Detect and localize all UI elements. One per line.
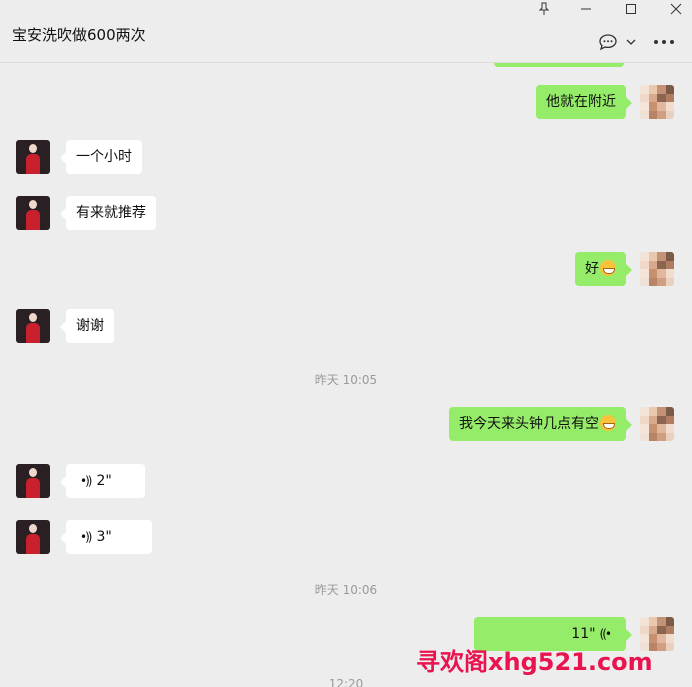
- voice-wave-icon: •)): [80, 474, 93, 488]
- voice-message-bubble[interactable]: •)) 2": [60, 464, 145, 498]
- voice-wave-icon: ((•: [599, 627, 613, 641]
- more-dots-icon[interactable]: [653, 33, 675, 55]
- message-bubble[interactable]: 有来就推荐: [60, 196, 156, 230]
- message-text: 他就在附近: [546, 94, 616, 110]
- message-text: 有来就推荐: [76, 205, 146, 221]
- voice-wave-icon: •)): [80, 530, 93, 544]
- maximize-icon[interactable]: [621, 2, 641, 20]
- contact-avatar[interactable]: [16, 309, 50, 343]
- chat-title: 宝安洗吹做600两次: [12, 26, 146, 44]
- contact-avatar[interactable]: [16, 520, 50, 554]
- grin-emoji-icon: [600, 260, 616, 276]
- contact-avatar[interactable]: [16, 140, 50, 174]
- message-bubble[interactable]: 我今天来头钟几点有空: [449, 407, 632, 441]
- message-bubble[interactable]: 谢谢: [60, 309, 114, 343]
- message-bubble[interactable]: 他就在附近: [536, 85, 632, 119]
- message-text: 我今天来头钟几点有空: [459, 416, 599, 432]
- chevron-down-icon[interactable]: [626, 33, 636, 55]
- voice-duration: 3": [96, 529, 112, 545]
- message-list[interactable]: 他就在附近 一个小时 有来就推荐 好 谢谢 昨天 10:05 我今天来头钟几点有…: [0, 63, 692, 687]
- voice-duration: 2": [96, 473, 112, 489]
- message-bubble-partial[interactable]: [494, 63, 624, 67]
- contact-avatar[interactable]: [16, 196, 50, 230]
- message-bubble[interactable]: 一个小时: [60, 140, 142, 174]
- watermark-text: 寻欢阁xhg521.com: [416, 648, 653, 676]
- my-avatar[interactable]: [640, 85, 674, 119]
- title-bar: 宝安洗吹做600两次: [0, 0, 692, 63]
- close-icon[interactable]: [666, 2, 686, 20]
- message-text: 一个小时: [76, 149, 132, 165]
- my-avatar[interactable]: [640, 407, 674, 441]
- message-bubble[interactable]: 好: [575, 252, 632, 286]
- message-text: 谢谢: [76, 318, 104, 334]
- contact-avatar[interactable]: [16, 464, 50, 498]
- timestamp: 昨天 10:05: [314, 373, 378, 387]
- grin-emoji-icon: [600, 415, 616, 431]
- minimize-icon[interactable]: [576, 2, 596, 20]
- voice-duration: 11": [571, 626, 596, 642]
- voice-message-bubble[interactable]: •)) 3": [60, 520, 152, 554]
- message-text: 好: [585, 261, 599, 277]
- timestamp: 12:20: [328, 677, 364, 687]
- timestamp: 昨天 10:06: [314, 583, 378, 597]
- pin-icon[interactable]: [534, 2, 554, 20]
- my-avatar[interactable]: [640, 252, 674, 286]
- chat-bubble-icon[interactable]: [598, 33, 618, 55]
